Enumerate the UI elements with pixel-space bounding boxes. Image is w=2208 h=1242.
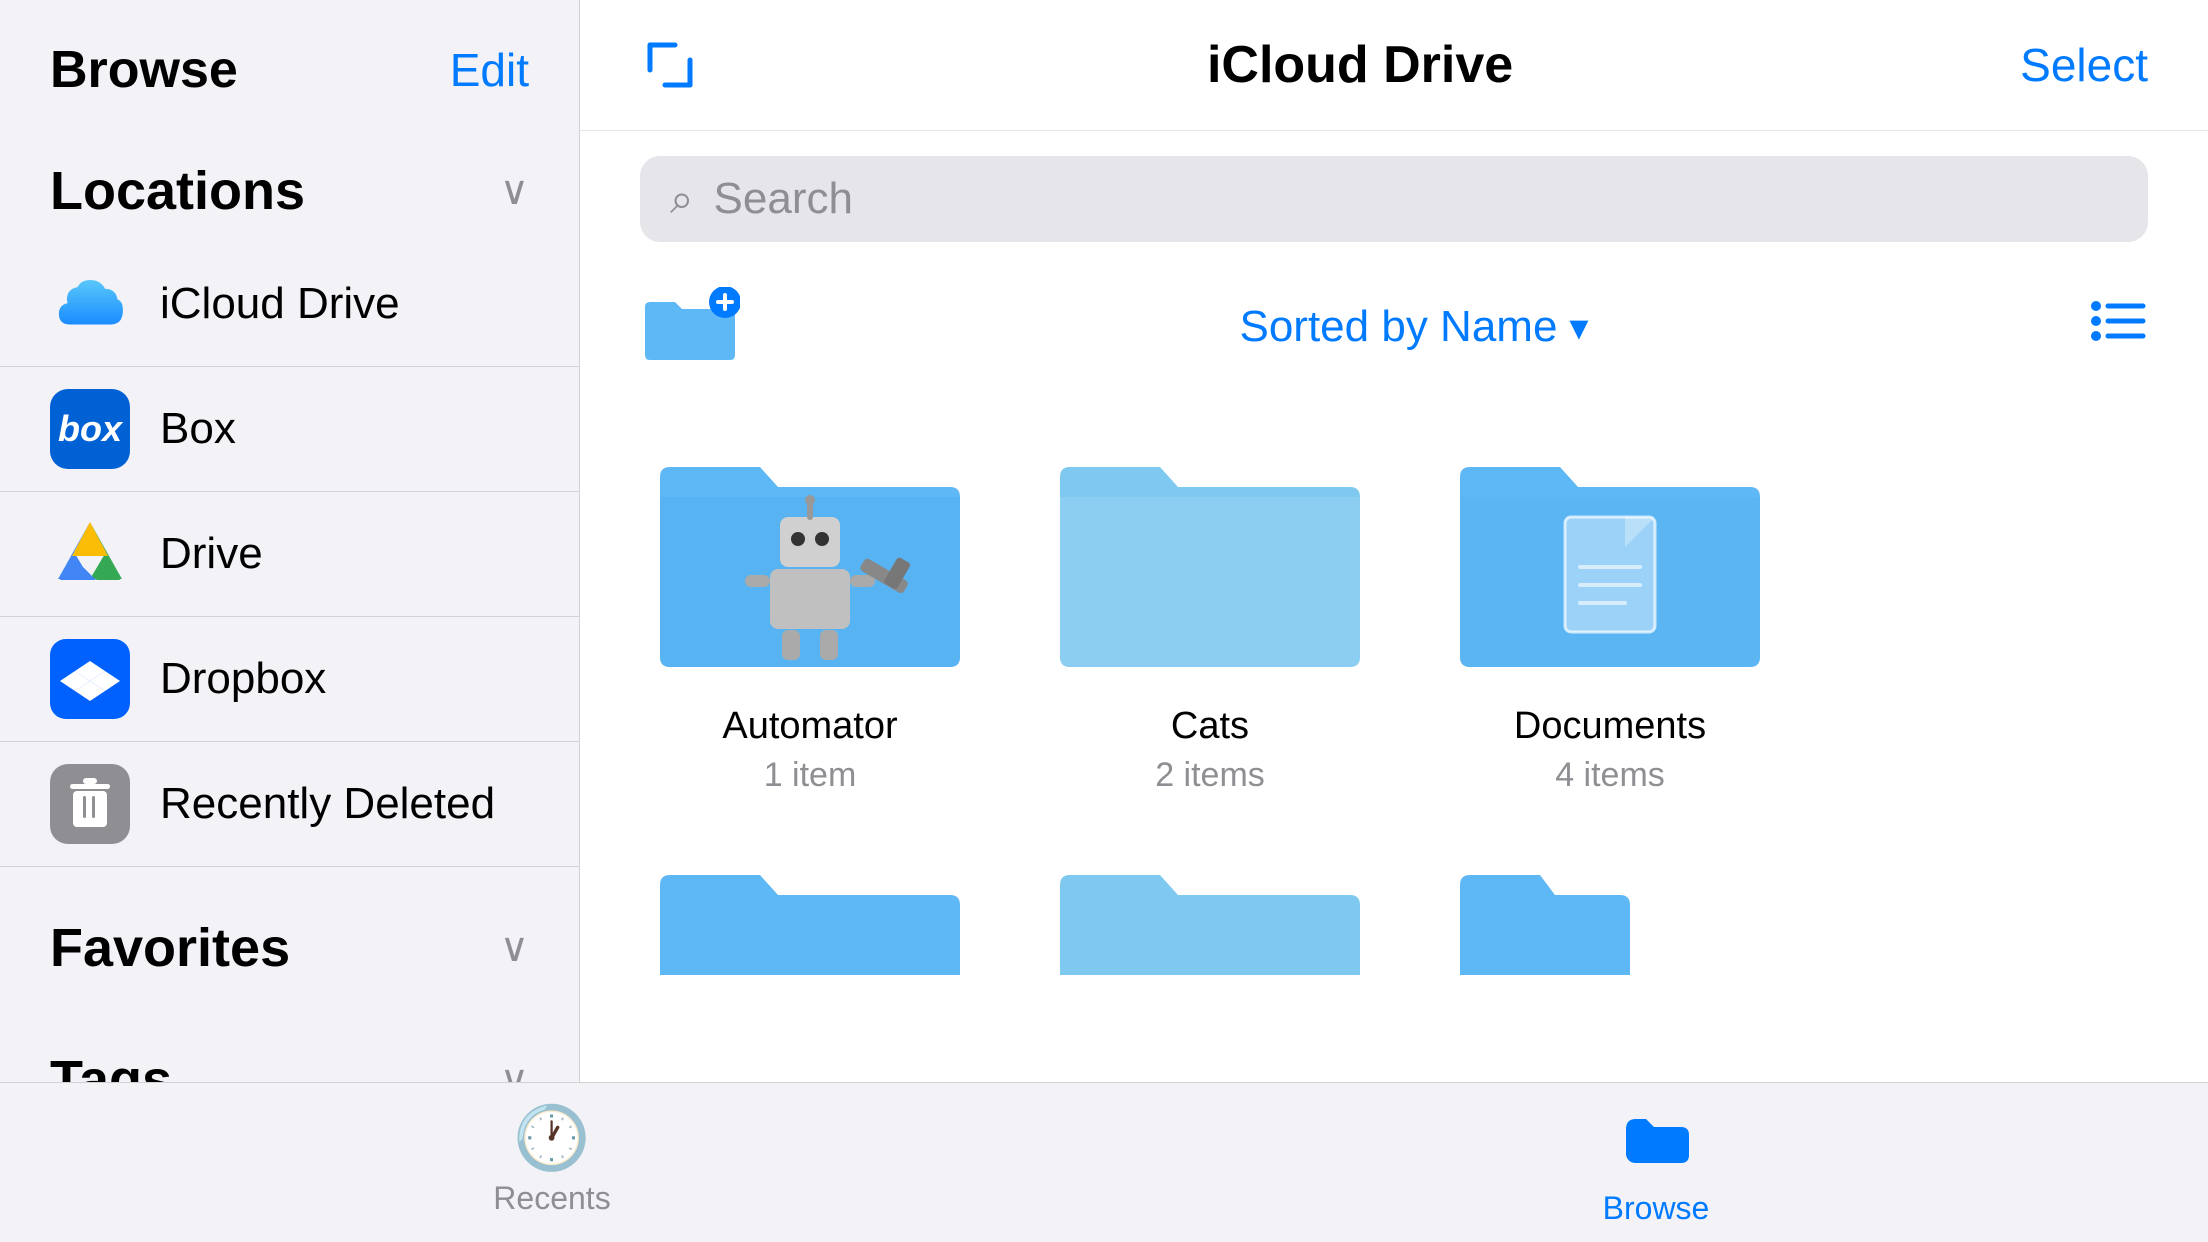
- select-button[interactable]: Select: [2020, 38, 2148, 92]
- view-toggle-button[interactable]: [2088, 296, 2148, 358]
- locations-section-header: Locations ∨: [0, 130, 579, 242]
- tags-section-header: Tags ∨: [0, 1019, 579, 1082]
- folders-grid: Automator 1 item Cats 2 items: [580, 397, 2208, 815]
- tab-recents[interactable]: 🕐 Recents: [0, 1108, 1104, 1217]
- drive-label: Drive: [160, 529, 263, 579]
- tags-chevron-icon[interactable]: ∨: [500, 1057, 529, 1082]
- dropbox-icon: [50, 639, 130, 719]
- box-label: Box: [160, 404, 236, 454]
- documents-count: 4 items: [1555, 756, 1665, 795]
- tags-title: Tags: [50, 1049, 172, 1082]
- folder-partial-1[interactable]: [640, 825, 980, 975]
- icloud-drive-icon: [50, 264, 130, 344]
- recently-deleted-label: Recently Deleted: [160, 779, 495, 829]
- folder-automator[interactable]: Automator 1 item: [640, 417, 980, 795]
- favorites-title: Favorites: [50, 917, 290, 979]
- gdrive-icon: [50, 514, 130, 594]
- new-folder-button[interactable]: [640, 287, 740, 367]
- locations-chevron-icon[interactable]: ∨: [500, 168, 529, 214]
- dropbox-label: Dropbox: [160, 654, 326, 704]
- browse-label: Browse: [1603, 1190, 1710, 1227]
- automator-folder-icon: [640, 417, 980, 687]
- folder-documents[interactable]: Documents 4 items: [1440, 417, 1780, 795]
- sidebar-item-icloud-drive[interactable]: iCloud Drive: [0, 242, 579, 367]
- recents-icon: 🕐: [513, 1108, 590, 1170]
- toolbar: Sorted by Name ▾: [580, 267, 2208, 397]
- tab-bar: 🕐 Recents Browse: [0, 1082, 2208, 1242]
- sidebar-header: Browse Edit: [0, 0, 579, 130]
- edit-button[interactable]: Edit: [450, 43, 529, 97]
- icloud-drive-label: iCloud Drive: [160, 279, 400, 329]
- sidebar-item-recently-deleted[interactable]: Recently Deleted: [0, 742, 579, 867]
- content-area: iCloud Drive Select ⌕ Search Sorted b: [580, 0, 2208, 1082]
- recents-label: Recents: [493, 1180, 610, 1217]
- sidebar-item-drive[interactable]: Drive: [0, 492, 579, 617]
- documents-folder-icon: [1440, 417, 1780, 687]
- automator-count: 1 item: [764, 756, 857, 795]
- sidebar-title: Browse: [50, 40, 238, 100]
- locations-title: Locations: [50, 160, 305, 222]
- folder-partial-3[interactable]: [1440, 825, 1780, 975]
- folder-partial-2[interactable]: [1040, 825, 1380, 975]
- favorites-chevron-icon[interactable]: ∨: [500, 925, 529, 971]
- back-icon[interactable]: [640, 35, 700, 95]
- documents-name: Documents: [1514, 705, 1706, 748]
- box-icon: box: [50, 389, 130, 469]
- automator-name: Automator: [722, 705, 897, 748]
- cats-folder-icon: [1040, 417, 1380, 687]
- cats-count: 2 items: [1155, 756, 1265, 795]
- cats-name: Cats: [1171, 705, 1249, 748]
- sort-label: Sorted by Name: [1239, 302, 1557, 352]
- browse-icon: [1621, 1099, 1691, 1180]
- main-container: Browse Edit Locations ∨: [0, 0, 2208, 1082]
- folders-grid-bottom: [580, 815, 2208, 985]
- folder-cats[interactable]: Cats 2 items: [1040, 417, 1380, 795]
- tab-browse[interactable]: Browse: [1104, 1099, 2208, 1227]
- sidebar-item-dropbox[interactable]: Dropbox: [0, 617, 579, 742]
- trash-icon: [50, 764, 130, 844]
- sidebar-item-box[interactable]: box Box: [0, 367, 579, 492]
- content-header: iCloud Drive Select: [580, 0, 2208, 131]
- sidebar: Browse Edit Locations ∨: [0, 0, 580, 1082]
- content-title: iCloud Drive: [1207, 35, 1513, 95]
- search-icon: ⌕: [670, 175, 694, 224]
- sort-chevron-icon: ▾: [1569, 305, 1588, 350]
- search-bar[interactable]: ⌕ Search: [640, 156, 2148, 242]
- search-input[interactable]: Search: [714, 174, 853, 224]
- favorites-section-header: Favorites ∨: [0, 887, 579, 999]
- sort-button[interactable]: Sorted by Name ▾: [1239, 302, 1588, 352]
